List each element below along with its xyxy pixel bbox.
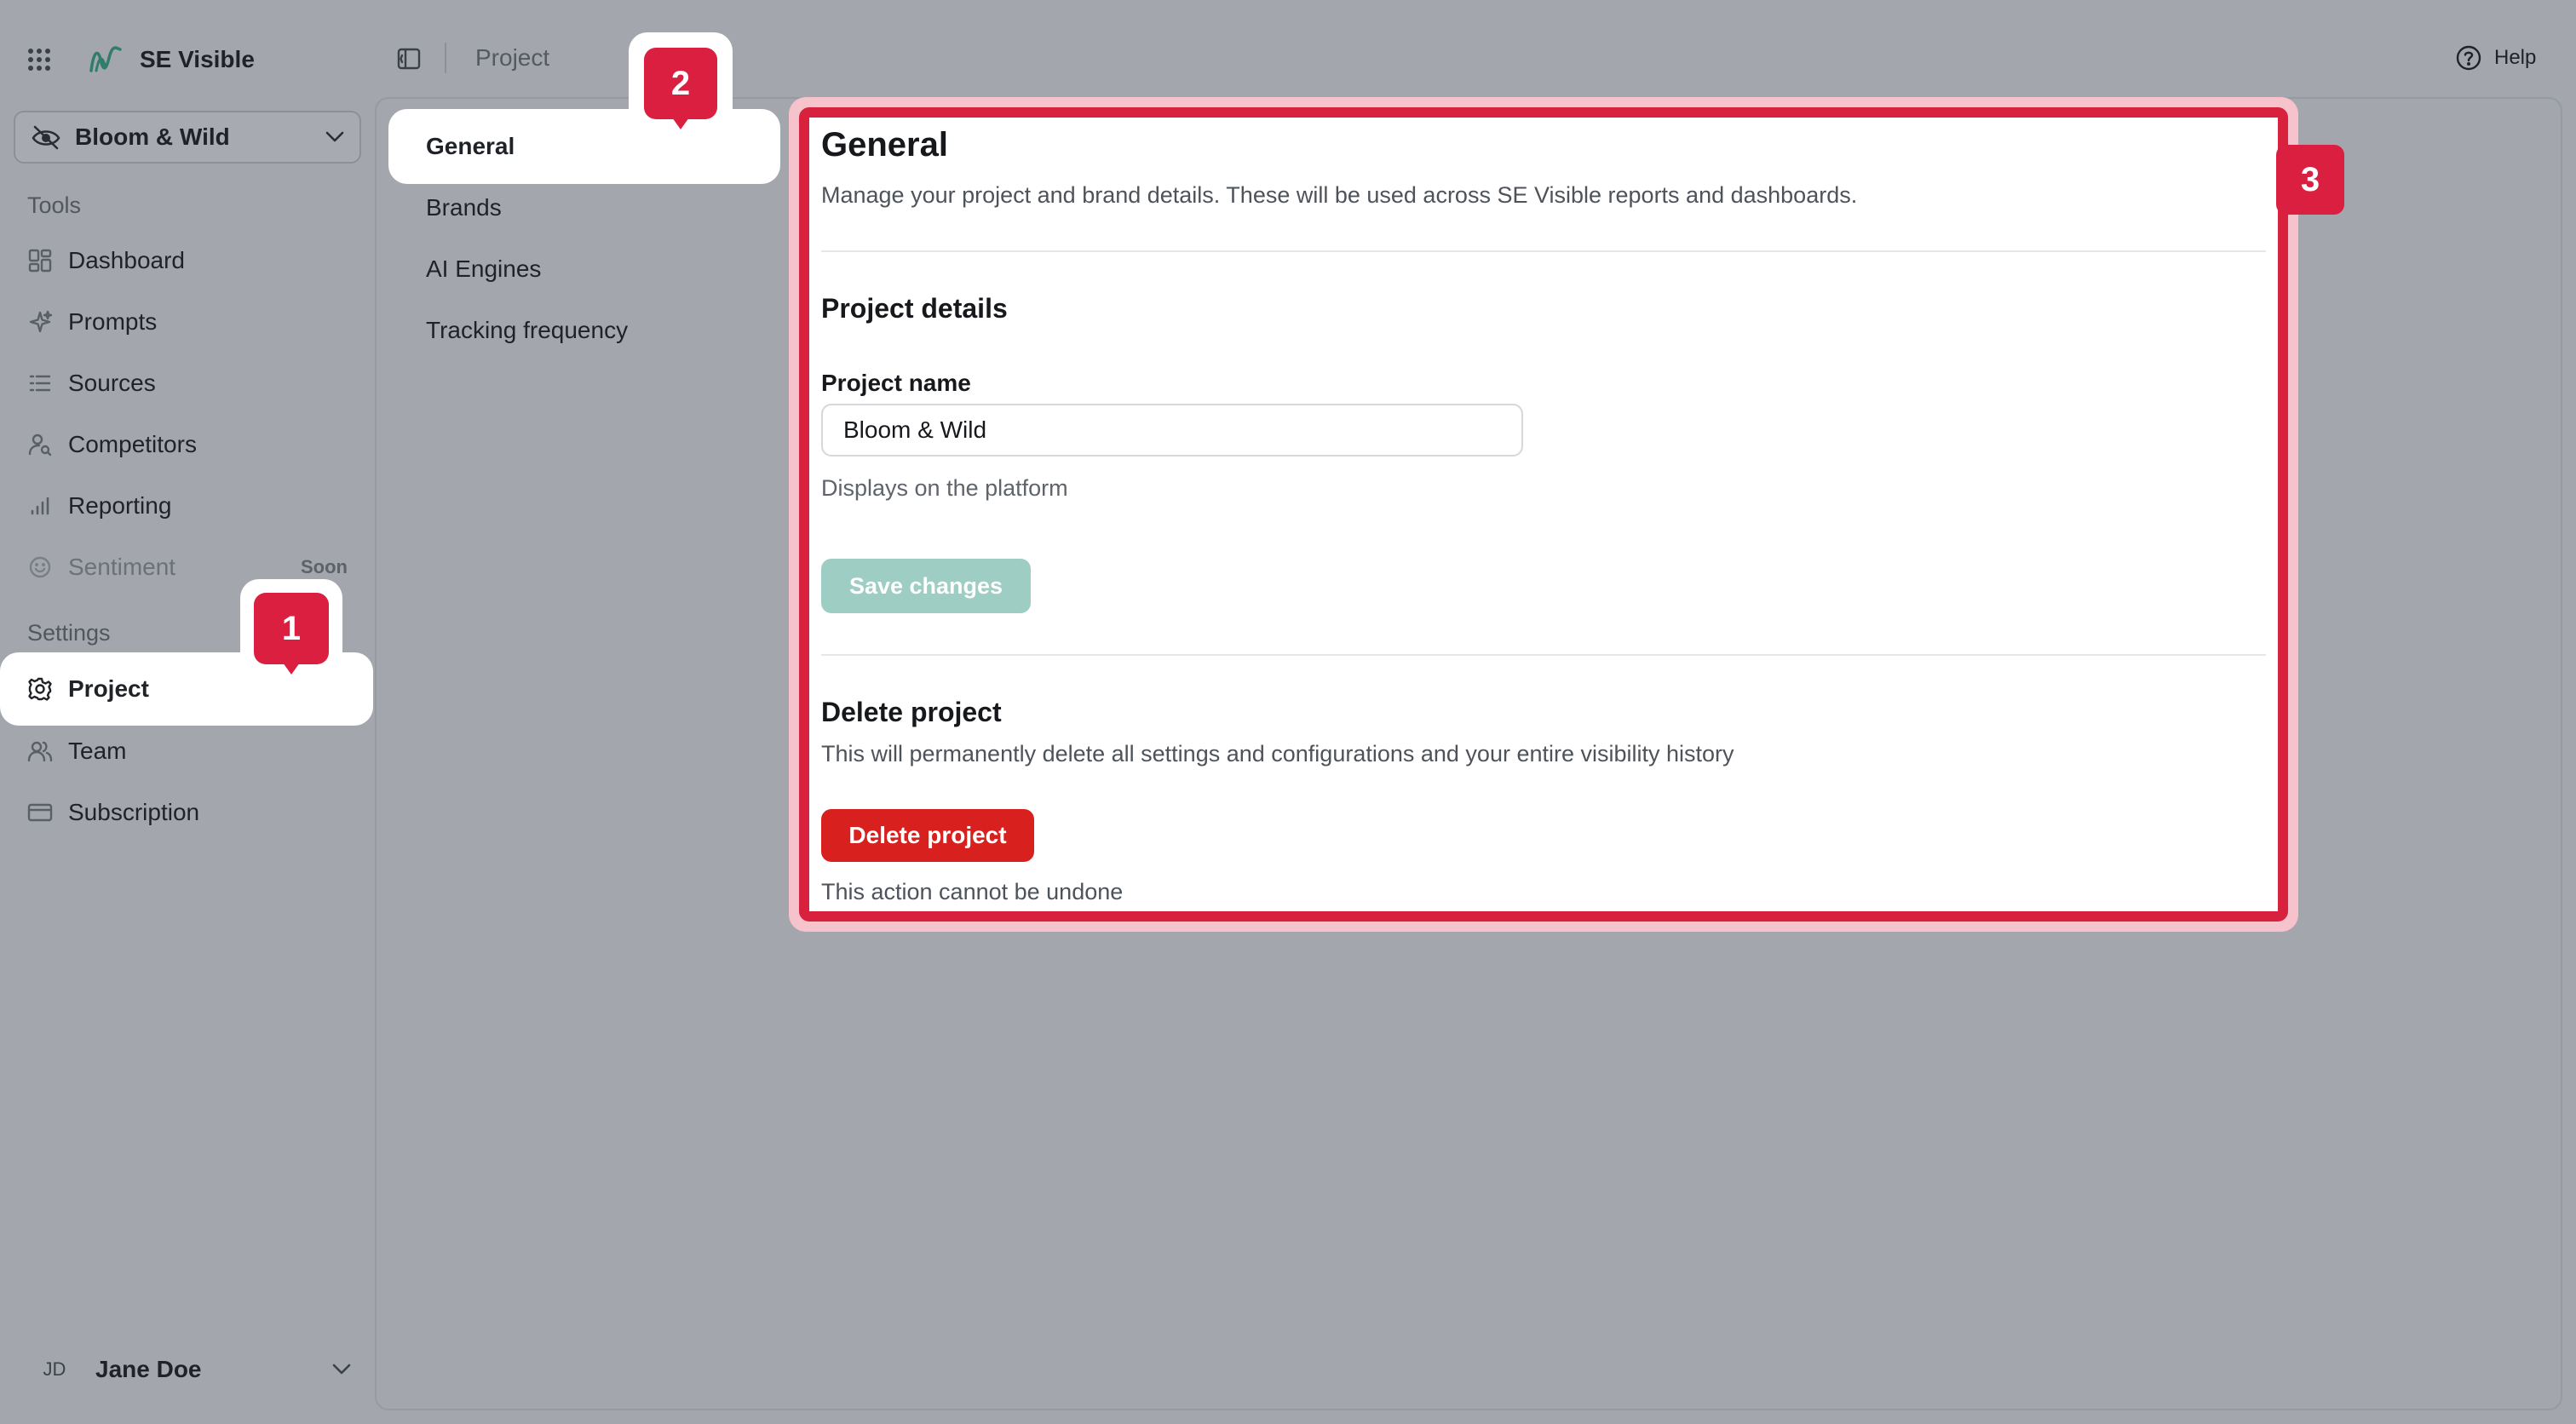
sidebar-item-prompts[interactable]: Prompts <box>14 295 361 349</box>
sidebar-item-label: Subscription <box>68 799 200 825</box>
bar-chart-icon <box>27 493 53 519</box>
sidebar-item-label: Competitors <box>68 431 197 457</box>
user-menu[interactable]: JD Jane Doe <box>27 1342 351 1397</box>
project-brand-icon <box>31 124 61 150</box>
tools-section-label: Tools <box>27 192 82 218</box>
general-settings-card <box>799 107 2288 922</box>
dashboard-icon <box>27 248 53 273</box>
se-visible-logo-icon <box>89 46 123 73</box>
subnav-item-tracking-frequency[interactable]: Tracking frequency <box>426 317 628 344</box>
brand-header: SE Visible <box>27 39 255 80</box>
user-search-icon <box>27 432 53 457</box>
sidebar-item-label: Team <box>68 738 127 764</box>
project-name-hint: Displays on the platform <box>821 475 1068 501</box>
sidebar-toggle-icon[interactable] <box>397 48 421 70</box>
sidebar-item-label: Sentiment <box>68 554 176 580</box>
breadcrumb: Project <box>475 44 550 71</box>
delete-project-hint: This action cannot be undone <box>821 879 1124 904</box>
marker-1-tail <box>283 663 300 675</box>
sidebar-item-subscription[interactable]: Subscription <box>14 785 361 840</box>
sidebar-item-label: Prompts <box>68 308 158 335</box>
subnav-item-brands[interactable]: Brands <box>426 194 502 221</box>
project-details-heading: Project details <box>821 293 1008 324</box>
chevron-down-icon <box>325 131 344 143</box>
sidebar-item-label: Sources <box>68 370 156 396</box>
apps-grid-icon[interactable] <box>27 48 51 72</box>
sidebar-item-label: Project <box>68 675 149 702</box>
page-title: General <box>821 126 948 164</box>
soon-badge: Soon <box>301 556 348 577</box>
project-name-input[interactable] <box>821 404 1523 456</box>
marker-3: 3 <box>2276 145 2344 215</box>
help-label: Help <box>2494 46 2537 69</box>
delete-project-button[interactable]: Delete project <box>821 809 1034 862</box>
sidebar-item-dashboard[interactable]: Dashboard <box>14 233 361 288</box>
sidebar-item-team[interactable]: Team <box>14 724 361 778</box>
sidebar-item-label: Dashboard <box>68 247 185 273</box>
sidebar-item-label: Reporting <box>68 492 172 519</box>
credit-card-icon <box>27 800 53 825</box>
header-divider <box>445 43 446 73</box>
user-name: Jane Doe <box>95 1356 202 1382</box>
project-selector-value: Bloom & Wild <box>75 123 230 150</box>
marker-1: 1 <box>254 593 329 664</box>
settings-section-label: Settings <box>27 620 111 646</box>
page-description: Manage your project and brand details. T… <box>821 182 1858 208</box>
section-divider <box>821 250 2266 252</box>
sidebar-item-competitors[interactable]: Competitors <box>14 417 361 472</box>
sidebar-item-reporting[interactable]: Reporting <box>14 479 361 533</box>
save-changes-button[interactable]: Save changes <box>821 559 1031 613</box>
section-divider <box>821 654 2266 656</box>
help-button[interactable]: Help <box>2455 44 2536 72</box>
avatar: JD <box>43 1358 66 1380</box>
list-icon <box>27 370 53 396</box>
smile-icon <box>27 554 53 580</box>
help-circle-icon <box>2455 44 2482 72</box>
marker-2: 2 <box>644 48 717 119</box>
project-selector[interactable]: Bloom & Wild <box>14 111 361 164</box>
marker-2-tail <box>672 118 689 129</box>
subnav-item-ai-engines[interactable]: AI Engines <box>426 256 541 283</box>
app-name: SE Visible <box>140 46 255 72</box>
delete-project-heading: Delete project <box>821 697 1002 727</box>
delete-project-description: This will permanently delete all setting… <box>821 741 1734 767</box>
chevron-down-icon <box>332 1364 351 1375</box>
sidebar-item-sources[interactable]: Sources <box>14 356 361 411</box>
sparkles-icon <box>27 309 53 335</box>
project-name-label: Project name <box>821 370 971 396</box>
users-icon <box>27 738 53 764</box>
gear-icon <box>27 676 53 702</box>
